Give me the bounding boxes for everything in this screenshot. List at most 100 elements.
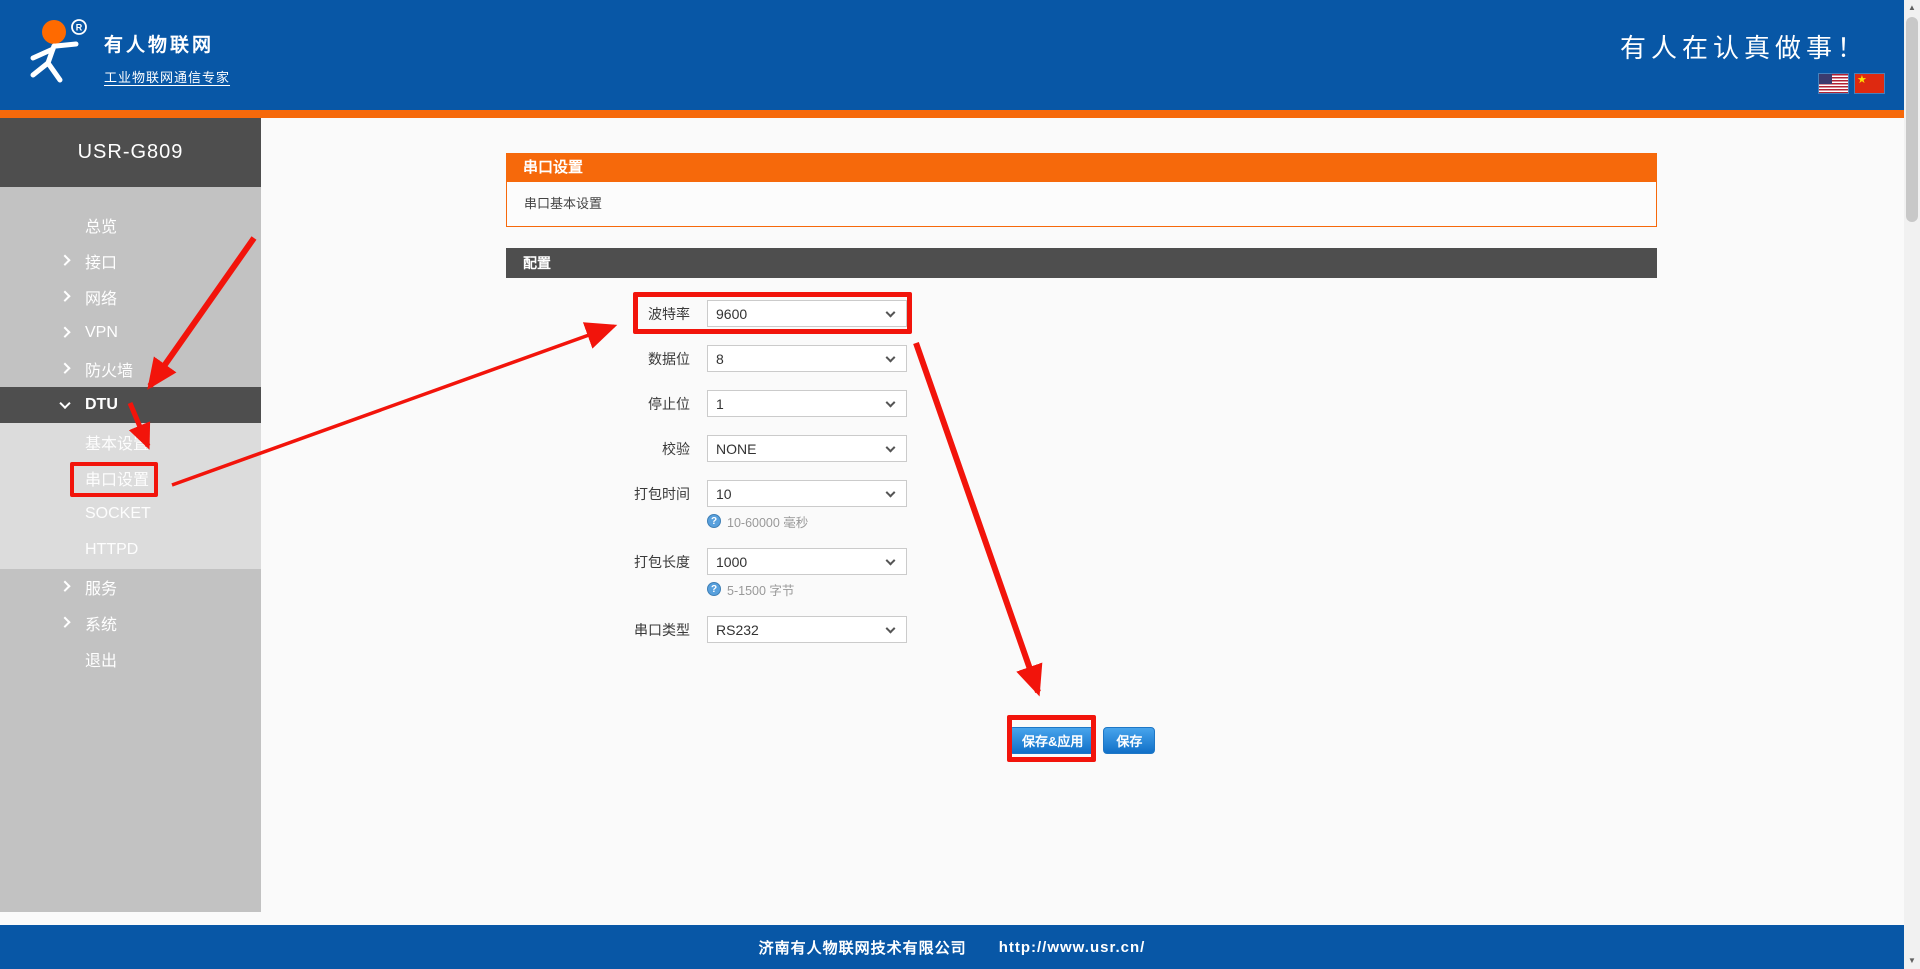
sidebar-item-services[interactable]: 服务 xyxy=(0,569,261,605)
field-row-pack-length: 打包长度 1000 ? 5-1500 字节 xyxy=(506,548,1657,598)
chevron-down-icon xyxy=(59,397,71,410)
main-area: 串口设置 串口基本设置 配置 波特率 9600 数据位 8 停止位 1 校验 N… xyxy=(261,118,1904,925)
help-icon: ? xyxy=(707,582,721,596)
sidebar-item-interface[interactable]: 接口 xyxy=(0,243,261,279)
scroll-up-icon[interactable]: ▲ xyxy=(1904,0,1920,16)
usr-logo-icon: R xyxy=(30,19,87,83)
sidebar-item-label: 退出 xyxy=(85,653,118,670)
field-label: 停止位 xyxy=(648,395,690,412)
sidebar-item-socket[interactable]: SOCKET xyxy=(0,496,261,532)
language-switcher xyxy=(1620,74,1884,93)
select-value: 10 xyxy=(716,485,732,502)
sidebar-item-label: 总览 xyxy=(85,219,118,236)
scrollbar-thumb[interactable] xyxy=(1906,17,1918,222)
scroll-down-icon[interactable]: ▼ xyxy=(1904,953,1920,969)
brand-block: R 有人物联网 工业物联网通信专家 xyxy=(24,18,230,86)
field-row-pack-time: 打包时间 10 ? 10-60000 毫秒 xyxy=(506,480,1657,530)
field-hint: ? 10-60000 毫秒 xyxy=(707,512,1657,530)
help-icon: ? xyxy=(707,514,721,528)
sidebar-item-network[interactable]: 网络 xyxy=(0,279,261,315)
sidebar-item-label: HTTPD xyxy=(85,541,139,558)
sidebar-item-label: 基本设置 xyxy=(85,436,150,453)
sidebar-item-label: 服务 xyxy=(85,581,118,598)
sidebar-item-label: 防火墙 xyxy=(85,363,134,380)
select-value: 8 xyxy=(716,350,724,367)
cn-flag-icon[interactable] xyxy=(1855,74,1884,93)
device-header: USR-G809 xyxy=(0,118,261,187)
sidebar-item-overview[interactable]: 总览 xyxy=(0,207,261,243)
panel-subtitle: 串口基本设置 xyxy=(506,182,1657,227)
sidebar-item-basic-settings[interactable]: 基本设置 xyxy=(0,424,261,460)
chevron-down-icon xyxy=(885,442,896,453)
sidebar-item-label: VPN xyxy=(85,324,118,341)
baud-rate-select[interactable]: 9600 xyxy=(707,300,907,327)
serial-config-form: 波特率 9600 数据位 8 停止位 1 校验 NONE 打包时间 10 ? 1… xyxy=(506,278,1657,754)
field-row-serial-type: 串口类型 RS232 xyxy=(506,616,1657,643)
select-value: NONE xyxy=(716,440,757,457)
registered-mark: R xyxy=(76,23,83,33)
chevron-down-icon xyxy=(885,487,896,498)
us-flag-icon[interactable] xyxy=(1819,74,1848,93)
button-row: 保存&应用 保存 xyxy=(506,727,1657,754)
field-row-data-bits: 数据位 8 xyxy=(506,345,1657,372)
field-label: 校验 xyxy=(662,440,690,457)
hint-text: 10-60000 毫秒 xyxy=(727,515,809,530)
data-bits-select[interactable]: 8 xyxy=(707,345,907,372)
brand-name: 有人物联网 xyxy=(104,35,215,56)
chevron-right-icon xyxy=(59,290,71,302)
sidebar-item-label: 系统 xyxy=(85,617,118,634)
sidebar-item-system[interactable]: 系统 xyxy=(0,605,261,641)
sidebar-item-httpd[interactable]: HTTPD xyxy=(0,532,261,568)
select-value: 1000 xyxy=(716,553,748,570)
orange-divider xyxy=(0,110,1904,118)
footer: 济南有人物联网技术有限公司 http://www.usr.cn/ xyxy=(0,925,1904,969)
chevron-down-icon xyxy=(885,397,896,408)
chevron-right-icon xyxy=(59,616,71,628)
field-label: 串口类型 xyxy=(634,621,690,638)
field-row-parity: 校验 NONE xyxy=(506,435,1657,462)
panel-title: 串口设置 xyxy=(506,153,1657,182)
chevron-down-icon xyxy=(885,555,896,566)
brand-tagline: 工业物联网通信专家 xyxy=(104,70,231,85)
select-value: 1 xyxy=(716,395,724,412)
pack-length-select[interactable]: 1000 xyxy=(707,548,907,575)
footer-url[interactable]: http://www.usr.cn/ xyxy=(999,939,1146,956)
header-slogan: 有人在认真做事！ xyxy=(1619,33,1868,63)
dtu-submenu: 基本设置 串口设置 SOCKET HTTPD xyxy=(0,423,261,569)
serial-settings-panel: 串口设置 串口基本设置 配置 波特率 9600 数据位 8 停止位 1 校验 N… xyxy=(506,153,1657,754)
select-value: RS232 xyxy=(716,621,759,638)
sidebar-item-vpn[interactable]: VPN xyxy=(0,315,261,351)
sidebar-item-label: 网络 xyxy=(85,291,118,308)
header-right: 有人在认真做事！ xyxy=(1619,32,1884,93)
save-button[interactable]: 保存 xyxy=(1103,727,1156,754)
sidebar-menu: 总览 接口 网络 VPN 防火墙 DTU 基本设置 串口设置 SOCKET HT… xyxy=(0,187,261,912)
field-label: 波特率 xyxy=(648,305,690,322)
top-header: R 有人物联网 工业物联网通信专家 有人在认真做事！ xyxy=(0,0,1904,110)
sidebar-item-dtu[interactable]: DTU xyxy=(0,387,261,423)
field-label: 数据位 xyxy=(648,350,690,367)
device-name: USR-G809 xyxy=(77,141,184,163)
sidebar-item-serial-settings[interactable]: 串口设置 xyxy=(0,460,261,496)
parity-select[interactable]: NONE xyxy=(707,435,907,462)
chevron-down-icon xyxy=(885,307,896,318)
chevron-right-icon xyxy=(59,580,71,592)
sidebar-item-label: 接口 xyxy=(85,255,118,272)
section-title: 配置 xyxy=(506,248,1657,278)
hint-text: 5-1500 字节 xyxy=(727,583,795,598)
pack-time-select[interactable]: 10 xyxy=(707,480,907,507)
save-apply-button[interactable]: 保存&应用 xyxy=(1009,727,1097,754)
footer-company: 济南有人物联网技术有限公司 xyxy=(758,939,967,957)
chevron-down-icon xyxy=(885,623,896,634)
field-label: 打包长度 xyxy=(634,553,690,570)
serial-type-select[interactable]: RS232 xyxy=(707,616,907,643)
sidebar-item-firewall[interactable]: 防火墙 xyxy=(0,351,261,387)
sidebar: USR-G809 总览 接口 网络 VPN 防火墙 DTU 基本设置 串口设置 … xyxy=(0,118,261,912)
vertical-scrollbar[interactable]: ▲ ▼ xyxy=(1904,0,1920,969)
sidebar-item-label: 串口设置 xyxy=(85,472,150,489)
chevron-right-icon xyxy=(59,326,71,338)
field-row-stop-bits: 停止位 1 xyxy=(506,390,1657,417)
sidebar-item-logout[interactable]: 退出 xyxy=(0,641,261,677)
stop-bits-select[interactable]: 1 xyxy=(707,390,907,417)
chevron-right-icon xyxy=(59,362,71,374)
field-label: 打包时间 xyxy=(634,485,690,502)
